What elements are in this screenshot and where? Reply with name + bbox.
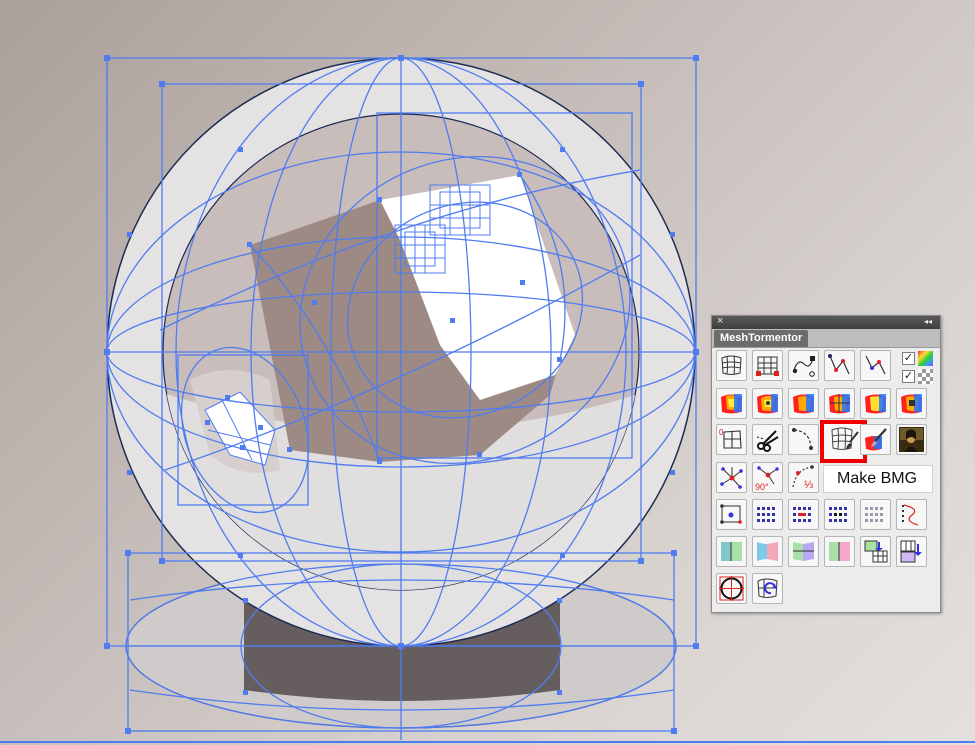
grid-handles-tool[interactable] bbox=[752, 350, 783, 381]
dotted-curve-tool[interactable] bbox=[896, 499, 927, 530]
warp-color-tool-6[interactable] bbox=[896, 388, 927, 419]
grid-warp-tool[interactable] bbox=[716, 350, 747, 381]
dot-grid-3-icon bbox=[829, 507, 847, 522]
warp-color-tool-4[interactable] bbox=[824, 388, 855, 419]
dot-grid-tool-4[interactable] bbox=[860, 499, 891, 530]
brush-warp-tool[interactable] bbox=[860, 424, 891, 455]
grid-handles-icon bbox=[756, 356, 779, 376]
gradient-patch-3-icon bbox=[793, 542, 814, 561]
node-path-blue-icon bbox=[865, 355, 886, 375]
warp-color-5-icon bbox=[865, 394, 886, 414]
grid-zero-label: 0 bbox=[719, 428, 724, 437]
mona-lisa-tool[interactable] bbox=[896, 424, 927, 455]
gradient-patch-4-icon bbox=[829, 542, 850, 561]
gradient-patch-tool-2[interactable] bbox=[752, 536, 783, 567]
color-swatch-icon[interactable] bbox=[918, 351, 933, 366]
tab-meshtormentor[interactable]: MeshTormentor bbox=[714, 330, 809, 347]
tooltip-make-bmg: Make BMG bbox=[823, 465, 933, 493]
node-path-blue-tool[interactable] bbox=[860, 350, 891, 381]
gradient-patch-tool-3[interactable] bbox=[788, 536, 819, 567]
grid-arrow-1-icon bbox=[864, 540, 888, 563]
warp-color-tool-5[interactable] bbox=[860, 388, 891, 419]
path-node-tool[interactable] bbox=[788, 350, 819, 381]
warp-color-tool-1[interactable] bbox=[716, 388, 747, 419]
curve-third-icon: ⅓ bbox=[792, 465, 814, 491]
transparency-swatch-icon[interactable] bbox=[918, 369, 933, 384]
node-path-red-tool[interactable] bbox=[824, 350, 855, 381]
collapse-icon[interactable]: ◂◂ bbox=[924, 315, 932, 328]
grid-arrow-tool-2[interactable] bbox=[896, 536, 927, 567]
warp-color-tool-2[interactable] bbox=[752, 388, 783, 419]
circle-target-tool[interactable] bbox=[716, 573, 747, 604]
rotate-warp-icon bbox=[757, 578, 778, 598]
warp-color-2-icon bbox=[757, 394, 778, 414]
warp-color-1-icon bbox=[721, 394, 742, 414]
nodes-connect-tool[interactable] bbox=[716, 499, 747, 530]
dashed-curve-icon bbox=[792, 428, 813, 450]
node-path-red-icon bbox=[828, 354, 850, 375]
close-icon[interactable]: × bbox=[717, 315, 723, 328]
rotate-warp-tool[interactable] bbox=[752, 573, 783, 604]
nodes-connect-icon bbox=[720, 504, 742, 524]
dashed-curve-tool[interactable] bbox=[788, 424, 819, 455]
make-bmg-icon bbox=[831, 427, 859, 450]
dotted-curve-icon bbox=[902, 504, 919, 526]
panel-titlebar[interactable]: × ◂◂ bbox=[712, 315, 940, 329]
mona-lisa-icon bbox=[899, 427, 924, 452]
curve-third-tool[interactable]: ⅓ bbox=[788, 462, 819, 493]
warp-color-3-icon bbox=[793, 394, 814, 414]
selection-edge-line bbox=[0, 741, 975, 743]
rotate-90-icon: 90° bbox=[755, 466, 779, 491]
circle-target-icon bbox=[719, 576, 744, 601]
gradient-patch-tool-4[interactable] bbox=[824, 536, 855, 567]
dot-grid-4-icon bbox=[865, 507, 883, 522]
grid-zero-icon: 0 bbox=[719, 428, 742, 449]
dot-grid-2-icon bbox=[793, 507, 811, 522]
rotate-90-label: 90° bbox=[755, 482, 769, 491]
path-node-icon bbox=[792, 356, 815, 377]
dot-grid-1-icon bbox=[757, 507, 775, 522]
dot-grid-tool-1[interactable] bbox=[752, 499, 783, 530]
warp-color-4-icon bbox=[829, 394, 850, 414]
dot-grid-tool-3[interactable] bbox=[824, 499, 855, 530]
node-star-icon bbox=[720, 467, 743, 489]
gradient-patch-1-icon bbox=[721, 542, 742, 561]
scissors-tool[interactable] bbox=[752, 424, 783, 455]
grid-warp-icon bbox=[721, 355, 742, 375]
node-star-tool[interactable] bbox=[716, 462, 747, 493]
grid-arrow-2-icon bbox=[900, 540, 922, 563]
grid-arrow-tool-1[interactable] bbox=[860, 536, 891, 567]
color-checkbox-1[interactable]: ✓ bbox=[902, 352, 915, 365]
warp-color-tool-3[interactable] bbox=[788, 388, 819, 419]
scissors-icon bbox=[756, 430, 779, 452]
gradient-patch-2-icon bbox=[757, 542, 778, 561]
panel-tabbar: MeshTormentor bbox=[712, 329, 940, 348]
curve-third-label: ⅓ bbox=[804, 479, 813, 491]
dot-grid-tool-2[interactable] bbox=[788, 499, 819, 530]
rotate-90-tool[interactable]: 90° bbox=[752, 462, 783, 493]
gradient-patch-tool-1[interactable] bbox=[716, 536, 747, 567]
warp-color-6-icon bbox=[901, 394, 922, 414]
color-checkbox-2[interactable]: ✓ bbox=[902, 370, 915, 383]
grid-zero-tool[interactable]: 0 bbox=[716, 424, 747, 455]
brush-warp-icon bbox=[865, 428, 887, 451]
